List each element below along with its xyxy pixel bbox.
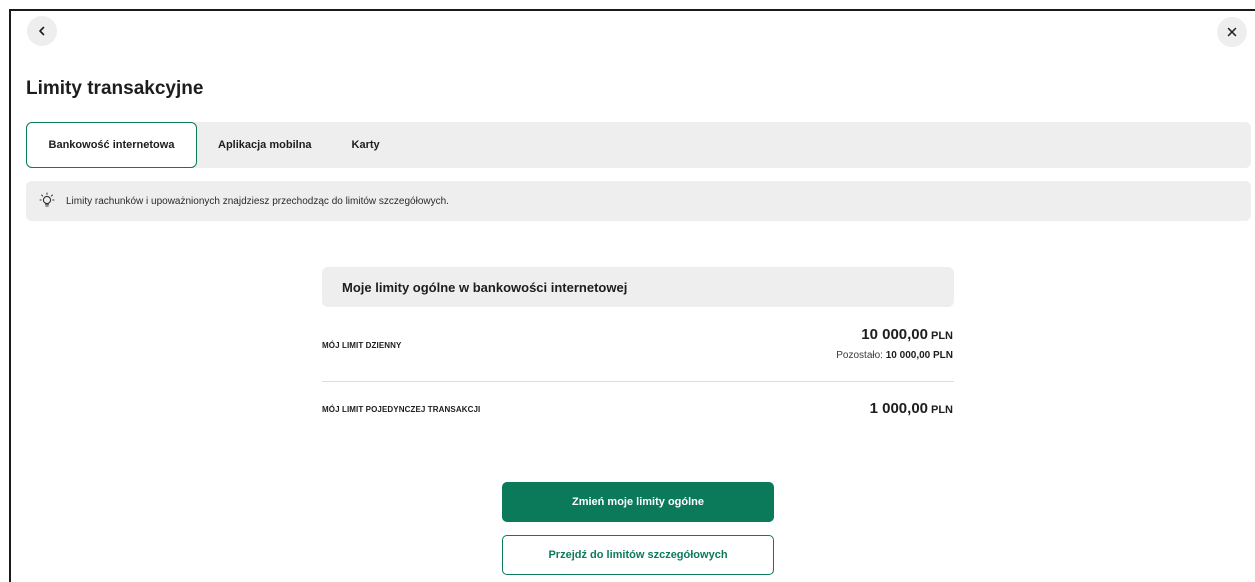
info-banner: Limity rachunków i upoważnionych znajdzi… [26, 181, 1251, 221]
detailed-limits-button[interactable]: Przejdź do limitów szczegółowych [502, 535, 774, 575]
daily-limit-label: MÓJ LIMIT DZIENNY [322, 341, 402, 350]
remaining-label: Pozostało: [836, 350, 883, 361]
single-limit-value: 1 000,00 [869, 400, 928, 417]
daily-limit-currency: PLN [931, 330, 953, 342]
page-title: Limity transakcyjne [26, 78, 204, 99]
daily-limit-value: 10 000,00 [861, 326, 928, 343]
tab-label: Bankowość internetowa [48, 139, 175, 151]
tab-cards[interactable]: Karty [332, 122, 400, 168]
lightbulb-icon [39, 192, 55, 207]
detailed-limits-label: Przejdź do limitów szczegółowych [548, 549, 728, 561]
tab-label: Aplikacja mobilna [218, 139, 312, 151]
tab-internet-banking[interactable]: Bankowość internetowa [26, 122, 197, 168]
tab-bar: Bankowość internetowa Aplikacja mobilna … [26, 122, 1251, 168]
limits-card-header: Moje limity ogólne w bankowości internet… [322, 267, 954, 307]
change-limits-label: Zmień moje limity ogólne [571, 496, 705, 508]
close-button[interactable] [1217, 17, 1247, 47]
info-text: Limity rachunków i upoważnionych znajdzi… [66, 195, 449, 207]
single-limit-amount: 1 000,00 PLN [870, 400, 953, 417]
tab-mobile-app[interactable]: Aplikacja mobilna [197, 122, 332, 168]
chevron-left-icon [39, 26, 45, 36]
single-limit-label: MÓJ LIMIT POJEDYNCZEJ TRANSAKCJI [322, 405, 481, 414]
daily-limit-remaining: Pozostało: 10 000,00 PLN [836, 350, 953, 361]
row-divider [322, 381, 954, 382]
back-button[interactable] [27, 16, 57, 46]
limits-card-title: Moje limity ogólne w bankowości internet… [342, 279, 628, 295]
remaining-value: 10 000,00 PLN [885, 350, 953, 361]
daily-limit-amount: 10 000,00 PLN [861, 326, 953, 343]
tab-label: Karty [351, 139, 380, 151]
close-icon [1227, 27, 1237, 37]
single-limit-currency: PLN [931, 404, 953, 416]
change-limits-button[interactable]: Zmień moje limity ogólne [502, 482, 774, 522]
